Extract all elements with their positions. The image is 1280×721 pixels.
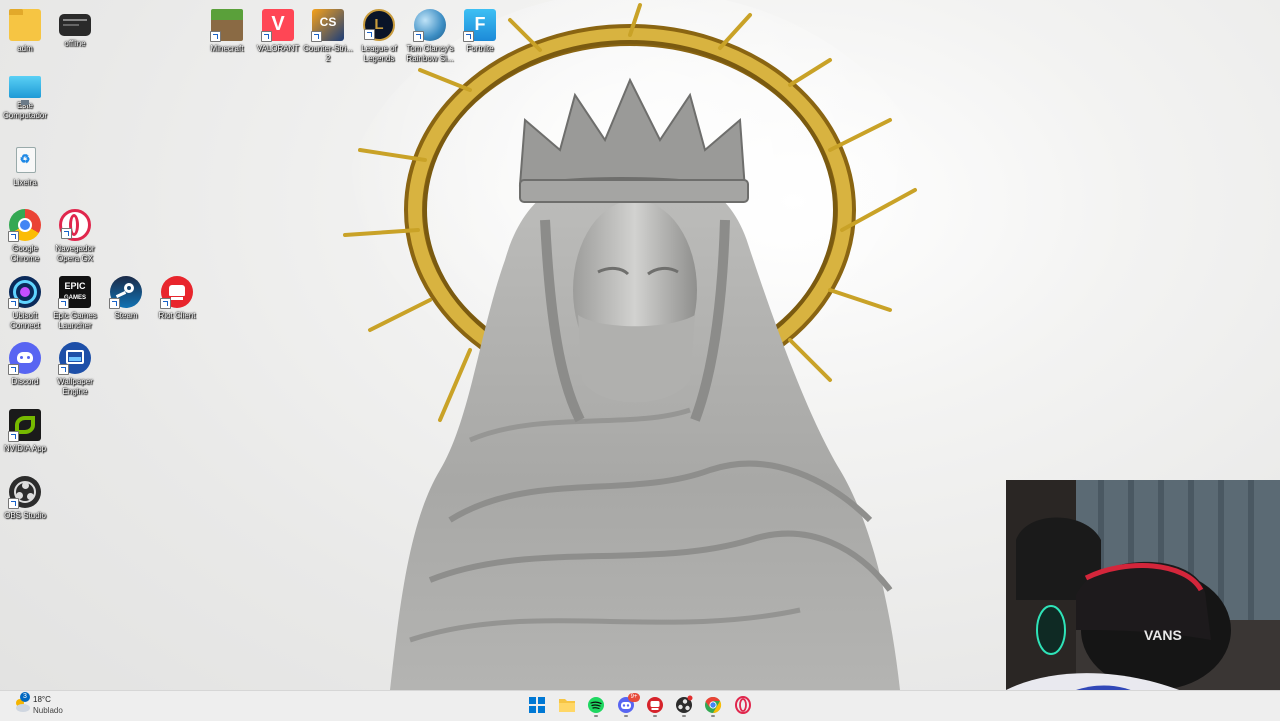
desktop-icon-league-of-legends[interactable]: L League of Legends	[354, 6, 404, 68]
icon-label: adm	[17, 44, 33, 53]
taskbar-discord[interactable]: 9+	[615, 693, 640, 717]
cap-logo-text: VANS	[1144, 627, 1182, 643]
ubisoft-icon	[8, 276, 41, 309]
icon-label: Tom Clancy's Rainbow Si...	[406, 44, 454, 63]
folder-icon	[559, 699, 575, 712]
folder-icon	[9, 9, 41, 41]
desktop-icon-riot-client[interactable]: Riot Client	[152, 273, 202, 335]
desktop-icon-rainbow-six[interactable]: Tom Clancy's Rainbow Si...	[405, 6, 455, 68]
desktop-icon-google-chrome[interactable]: Google Chrome	[0, 206, 50, 268]
desktop-icon-nvidia-app[interactable]: NVIDIA App	[0, 406, 50, 468]
icon-label: League of Legends	[361, 44, 397, 63]
taskbar-opera-gx[interactable]	[732, 695, 754, 715]
minecraft-icon	[210, 9, 243, 42]
icon-label: Steam	[114, 311, 138, 320]
icon-label: Counter-Stri... 2	[303, 44, 353, 63]
desktop-icon-counter-strike-2[interactable]: CS Counter-Stri... 2	[303, 6, 353, 68]
desktop-icon-wallpaper-engine[interactable]: Wallpaper Engine	[50, 339, 100, 401]
riot-client-icon	[160, 276, 193, 309]
taskbar-file-explorer[interactable]	[556, 695, 578, 715]
spotify-icon	[588, 697, 604, 713]
obs-icon	[676, 695, 693, 713]
desktop-icon-offline[interactable]: offline	[50, 6, 100, 68]
wallpaper-engine-icon	[58, 342, 91, 375]
icon-label: VALORANT	[256, 44, 300, 53]
desktop-icon-adm[interactable]: adm	[0, 6, 50, 68]
weather-widget[interactable]: 3 18°C Nublado	[10, 692, 90, 718]
desktop-icon-discord[interactable]: Discord	[0, 339, 50, 401]
rainbow-six-icon	[413, 9, 446, 42]
desktop-icon-lixeira[interactable]: ♻ Lixeira	[0, 140, 50, 202]
icon-label: Navegador Opera GX	[55, 244, 95, 263]
icon-label: Wallpaper Engine	[57, 377, 93, 396]
taskbar-spotify[interactable]	[585, 695, 607, 717]
icon-label: Minecraft	[210, 44, 244, 53]
icon-label: Fortnite	[466, 44, 494, 53]
weather-badge: 3	[20, 692, 30, 702]
icon-label: Discord	[11, 377, 39, 386]
chrome-icon	[8, 209, 41, 242]
icon-label: Lixeira	[13, 178, 37, 187]
webcam-overlay: VANS	[1006, 480, 1280, 720]
wallpaper-statue-art	[340, 0, 940, 690]
discord-notification-badge: 9+	[628, 693, 640, 702]
offline-shortcut-icon	[59, 14, 91, 36]
icon-label: NVIDIA App	[3, 444, 47, 453]
counter-strike-icon: CS	[311, 9, 344, 42]
desktop-icon-minecraft[interactable]: Minecraft	[202, 6, 252, 68]
nvidia-icon	[8, 409, 41, 442]
weather-temperature: 18°C	[33, 695, 51, 704]
desktop-icon-fortnite[interactable]: F Fortnite	[455, 6, 505, 68]
riot-icon	[647, 697, 663, 713]
opera-gx-icon	[59, 209, 91, 241]
desktop-icon-obs-studio[interactable]: OBS Studio	[0, 473, 50, 535]
discord-icon	[8, 342, 41, 375]
taskbar-google-chrome[interactable]	[702, 695, 724, 717]
taskbar-riot-client[interactable]	[644, 695, 666, 717]
opera-icon	[735, 696, 751, 714]
epic-games-icon: EPIC GAMES	[58, 276, 91, 309]
desktop-icon-este-computador[interactable]: Este Computador	[0, 73, 50, 135]
computer-icon	[9, 76, 41, 105]
valorant-icon: V	[261, 9, 294, 42]
desktop-icon-epic-games[interactable]: EPIC GAMES Epic Games Launcher	[50, 273, 100, 335]
desktop-icon-opera-gx[interactable]: Navegador Opera GX	[50, 206, 100, 268]
icon-label: Ubisoft Connect	[10, 311, 40, 330]
icon-label: offline	[64, 39, 86, 48]
icon-label: OBS Studio	[4, 511, 46, 520]
icon-label: Epic Games Launcher	[53, 311, 97, 330]
start-button[interactable]	[526, 695, 548, 715]
obs-icon	[8, 476, 41, 509]
icon-label: Google Chrome	[10, 244, 40, 263]
taskbar	[0, 690, 1280, 721]
fortnite-icon: F	[463, 9, 496, 42]
league-of-legends-icon: L	[363, 9, 395, 41]
icon-label: Riot Client	[158, 311, 196, 320]
chrome-icon	[705, 696, 722, 714]
taskbar-obs-studio[interactable]	[673, 695, 695, 717]
desktop-icon-ubisoft-connect[interactable]: Ubisoft Connect	[0, 273, 50, 335]
desktop-icon-steam[interactable]: Steam	[101, 273, 151, 335]
webcam-feed: VANS	[1006, 480, 1280, 720]
steam-icon	[109, 276, 142, 309]
windows-logo-icon	[529, 697, 545, 713]
recycle-bin-icon: ♻	[9, 143, 41, 175]
desktop-icon-valorant[interactable]: V VALORANT	[253, 6, 303, 68]
weather-condition: Nublado	[33, 706, 63, 715]
